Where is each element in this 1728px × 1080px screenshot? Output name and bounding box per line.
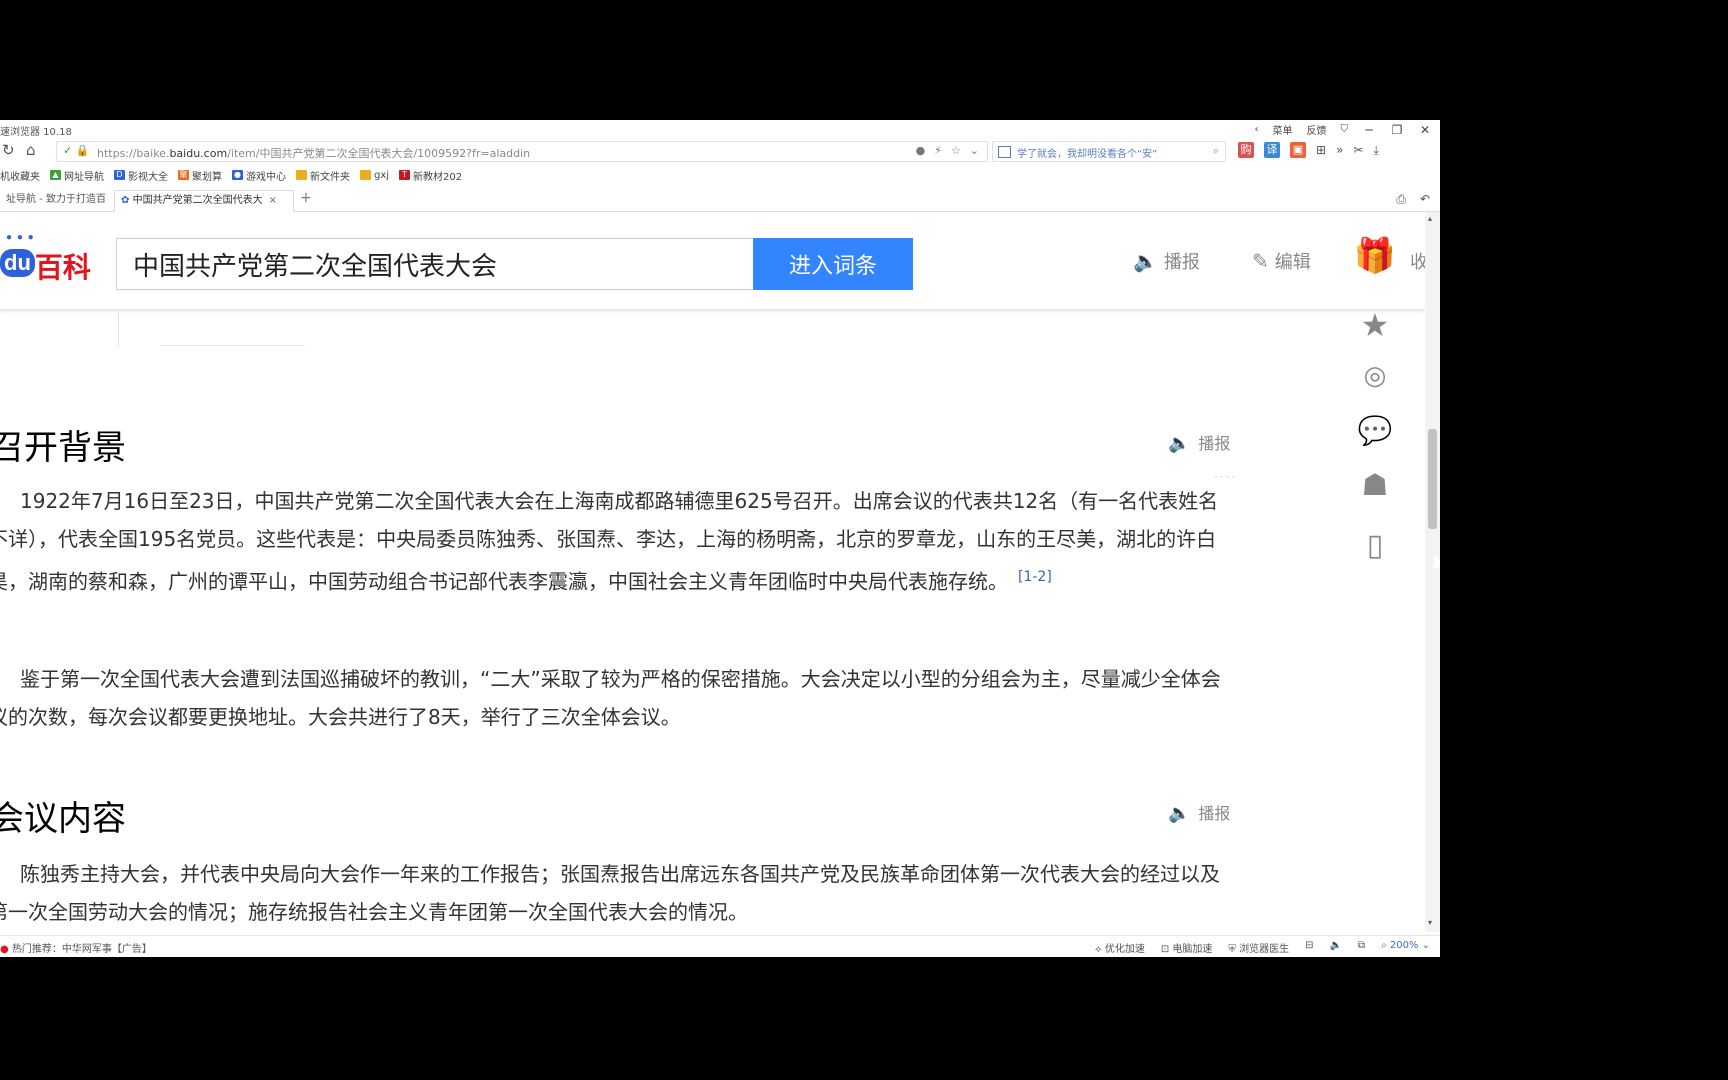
bookmark-item[interactable]: ● 游戏中心 <box>232 166 286 184</box>
baike-search-box[interactable] <box>116 238 752 290</box>
bookmark-item[interactable]: 聚聚划算 <box>178 166 222 184</box>
scissors-icon[interactable]: ✂ <box>1353 143 1363 157</box>
weibo-icon[interactable]: ◎ <box>1345 361 1405 391</box>
zoom-level[interactable]: ⌕ 200% ⌄ <box>1381 940 1430 955</box>
secure-lock-icon: ✓ 🔒 <box>63 144 90 157</box>
textbook-icon: T <box>399 170 411 180</box>
more-chevron-icon[interactable]: » <box>1336 143 1343 157</box>
browser-search-field[interactable]: 学了就会，我却明没看各个“安” ⌕ <box>992 141 1226 162</box>
url-text: https://baike.baidu.com/item/中国共产党第二次全国代… <box>97 147 531 160</box>
section-broadcast-button[interactable]: 🔈 播报 <box>1168 430 1230 454</box>
bookmark-item[interactable]: 机收藏夹 <box>0 166 40 184</box>
edit-button[interactable]: ✎ 编辑 <box>1252 248 1311 274</box>
deal-icon: 聚 <box>178 170 189 180</box>
close-tab-icon[interactable]: × <box>269 195 277 206</box>
folder-icon <box>296 170 307 180</box>
star-icon[interactable]: ☆ <box>951 144 961 157</box>
status-ad[interactable]: ● 热门推荐：中华网军事【广告】 <box>0 940 152 955</box>
nav-icon: ▲ <box>50 170 61 180</box>
qq-icon[interactable]: ☗ <box>1345 468 1405 503</box>
bookmark-item[interactable]: gxj <box>360 166 389 184</box>
enter-entry-button[interactable]: 进入词条 <box>753 238 913 290</box>
section-title: 召开背景 <box>0 428 126 468</box>
tab-bar: 址导航 - 致力于打造百 ✿ 中国共产党第二次全国代表大 × + ⎙ ↶ <box>0 188 1440 212</box>
game-icon: ● <box>232 170 243 180</box>
paragraph: 1922年7月16日至23日，中国共产党第二次全国代表大会在上海南成都路辅德里6… <box>0 489 1219 594</box>
paragraph: 鉴于第一次全国代表大会遭到法国巡捕破坏的教训，“二大”采取了较为严格的保密措施。… <box>0 667 1221 729</box>
undo-icon[interactable]: ↶ <box>1420 192 1430 207</box>
baike-search-input[interactable] <box>131 239 735 289</box>
section-title: 会议内容 <box>0 799 126 839</box>
search-suggestion: 学了就会，我却明没看各个“安” <box>1017 149 1158 160</box>
screenshot-icon[interactable]: ▣ <box>1290 142 1306 158</box>
browser-doctor-button[interactable]: ⛨ 浏览器医生 <box>1228 940 1289 955</box>
minimize-button[interactable]: ─ <box>1362 123 1376 137</box>
back-arrow-icon[interactable]: ‹ <box>1255 124 1259 135</box>
bookmark-item[interactable]: D 影视大全 <box>114 166 168 184</box>
page-content: ● ● ● du百科 进入词条 🔈播报 ✎编辑 收 🎁 ★ ◎ 💬 ☗ ▯ 召开… <box>0 212 1425 932</box>
speaker-icon: 🔈 <box>1133 249 1158 273</box>
download-icon[interactable]: ⤓ <box>1373 143 1378 158</box>
title-bar: 速浏览器 10.18 ‹ 菜单 反馈 ⛉ ─ ❐ ✕ <box>0 120 1440 138</box>
broadcast-button[interactable]: 🔈 播报 <box>1133 248 1200 274</box>
baike-header: ● ● ● du百科 进入词条 🔈播报 ✎编辑 收 <box>0 212 1425 309</box>
favorite-star-icon[interactable]: ★ <box>1345 306 1405 344</box>
baidu-paw-icon: ✿ <box>121 195 130 206</box>
search-icon[interactable]: ⌕ <box>1213 144 1219 158</box>
divider <box>118 309 119 347</box>
paragraph: 陈独秀主持大会，并代表中央局向大会作一年来的工作报告；张国焘报告出席远东各国共产… <box>0 862 1220 924</box>
pc-speedup-button[interactable]: ⊡ 电脑加速 <box>1161 940 1213 955</box>
vpn-icon[interactable]: ⊟ <box>1305 940 1313 955</box>
refresh-icon[interactable]: ↻ <box>2 142 15 158</box>
chevron-down-icon[interactable]: ⌄ <box>970 144 979 157</box>
address-bar: ↻ ⌂ ✓ 🔒 https://baike.baidu.com/item/中国共… <box>0 140 1440 162</box>
new-tab-button[interactable]: + <box>300 190 312 206</box>
status-bar: ● 热门推荐：中华网军事【广告】 ⟡ 优化加速 ⊡ 电脑加速 ⛨ 浏览器医生 ⊟… <box>0 935 1440 957</box>
paw-icon: ● ● ● <box>6 232 35 243</box>
bookmark-item[interactable]: ▲ 网址导航 <box>50 166 104 184</box>
menu-button[interactable]: 菜单 <box>1273 122 1293 137</box>
extension-icon[interactable]: ● <box>916 144 926 157</box>
bookmarks-bar: 机收藏夹 ▲ 网址导航 D 影视大全 聚聚划算 ● 游戏中心 新文件夹 gxj T 新教… <box>0 166 462 184</box>
lightning-icon[interactable]: ⚡ <box>934 144 942 157</box>
feedback-button[interactable]: 反馈 <box>1307 122 1327 137</box>
url-field[interactable]: ✓ 🔒 https://baike.baidu.com/item/中国共产党第二… <box>56 141 988 162</box>
sidebar-toggle-icon[interactable]: ⎙ <box>1396 192 1406 207</box>
translate-icon[interactable]: 译 <box>1264 142 1280 158</box>
close-window-button[interactable]: ✕ <box>1418 123 1432 137</box>
restore-button[interactable]: ❐ <box>1390 123 1404 137</box>
divider <box>160 345 305 346</box>
pencil-icon: ✎ <box>1252 249 1269 273</box>
collect-button[interactable]: 收 <box>1410 248 1425 274</box>
tab-navigation[interactable]: 址导航 - 致力于打造百 <box>0 190 112 210</box>
mobile-icon[interactable]: ▯ <box>1345 528 1405 563</box>
folder-icon <box>360 170 371 180</box>
tab-baike[interactable]: ✿ 中国共产党第二次全国代表大 × <box>114 190 294 212</box>
bookmark-item[interactable]: 新文件夹 <box>296 166 350 184</box>
wechat-icon[interactable]: 💬 <box>1345 414 1405 447</box>
section-broadcast-button[interactable]: 🔈 播报 <box>1168 800 1230 824</box>
video-icon: D <box>114 170 125 180</box>
apps-grid-icon[interactable]: ⊞ <box>1316 143 1326 157</box>
baike-logo[interactable]: ● ● ● du 百科 <box>0 232 91 286</box>
speaker-icon: 🔈 <box>1168 803 1191 824</box>
browser-window: 速浏览器 10.18 ‹ 菜单 反馈 ⛉ ─ ❐ ✕ ↻ ⌂ ✓ 🔒 https… <box>0 120 1440 957</box>
shirt-icon[interactable]: ⛉ <box>1341 124 1349 135</box>
volume-icon[interactable]: 🔈 <box>1329 940 1341 955</box>
scrollbar-thumb[interactable] <box>1428 429 1437 529</box>
hot-icon: ● <box>0 944 9 955</box>
scroll-up-icon[interactable]: ▴ <box>1428 214 1432 223</box>
reference-link[interactable]: [1-2] <box>1018 569 1052 585</box>
scroll-down-icon[interactable]: ▾ <box>1428 918 1432 927</box>
bookmark-item[interactable]: T 新教材202 <box>399 166 462 184</box>
optimize-button[interactable]: ⟡ 优化加速 <box>1095 940 1145 955</box>
search-engine-icon[interactable] <box>998 146 1011 158</box>
window-icon[interactable]: ⧉ <box>1358 940 1365 955</box>
shopping-icon[interactable]: 购 <box>1238 142 1254 158</box>
window-title: 速浏览器 10.18 <box>0 127 72 138</box>
vertical-scrollbar[interactable]: ▴ ▾ <box>1425 212 1440 932</box>
home-icon[interactable]: ⌂ <box>26 142 36 158</box>
gift-icon[interactable]: 🎁 <box>1345 236 1405 276</box>
speaker-icon: 🔈 <box>1168 433 1191 454</box>
